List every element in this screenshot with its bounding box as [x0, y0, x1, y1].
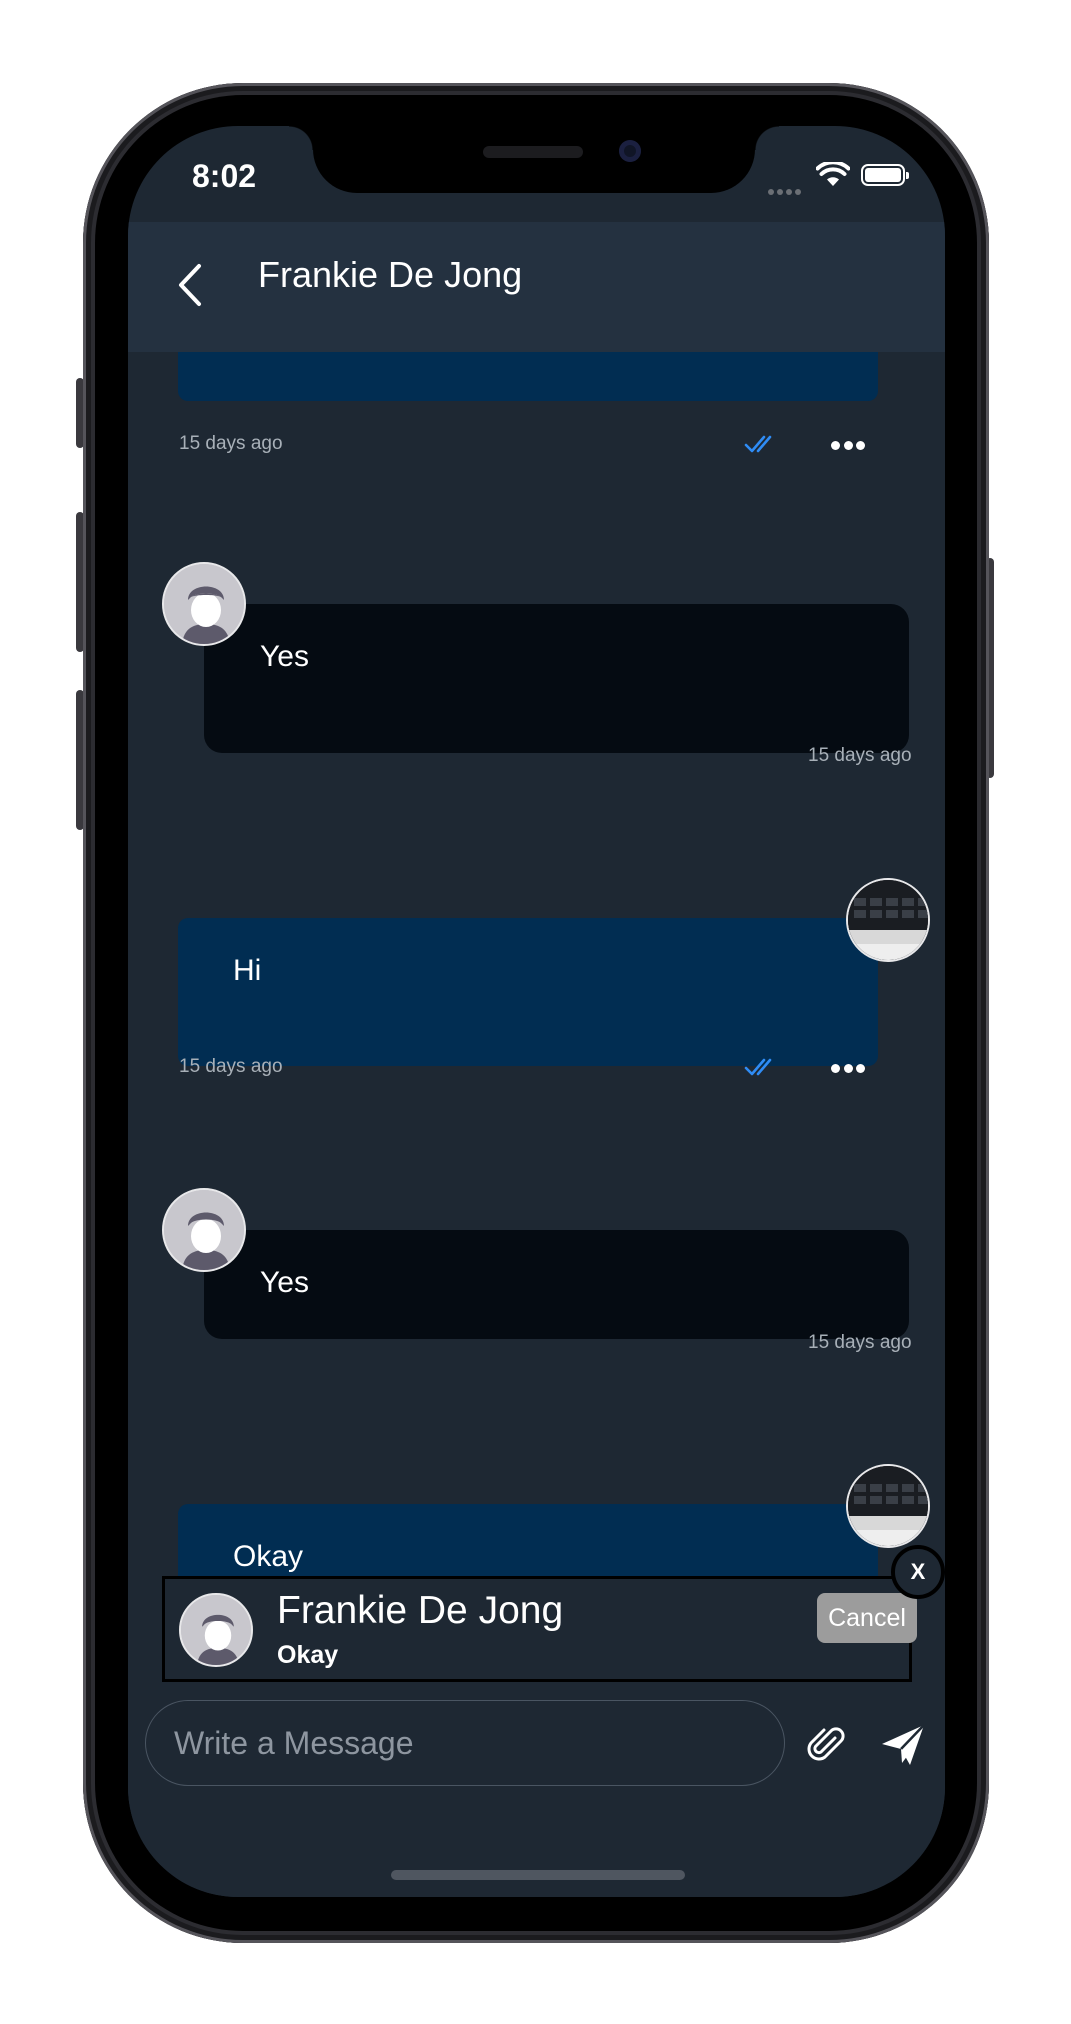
status-time: 8:02	[192, 158, 257, 194]
close-reply-button[interactable]: X	[891, 1545, 945, 1599]
chat-header: Frankie De Jong	[128, 222, 945, 352]
app-screen: 8:02 Hi 15 days ago	[128, 126, 945, 1897]
more-options-icon[interactable]	[831, 440, 865, 450]
default-user-icon	[164, 564, 244, 644]
message-composer	[128, 1692, 945, 1897]
front-camera	[619, 140, 641, 162]
message-text: Yes	[260, 640, 309, 673]
avatar	[846, 1464, 930, 1548]
message-text: Okay	[233, 1540, 304, 1573]
message-bubble-incoming[interactable]: Yes	[204, 1230, 909, 1339]
avatar	[179, 1593, 253, 1667]
message-timestamp: 15 days ago	[808, 745, 912, 766]
message-text: Yes	[260, 1266, 309, 1299]
message-bubble-incoming[interactable]: Yes	[204, 604, 909, 753]
avatar	[162, 1188, 246, 1272]
message-text: Hi	[233, 954, 262, 987]
message-input[interactable]	[145, 1700, 785, 1786]
message-timestamp: 15 days ago	[179, 433, 283, 454]
home-indicator	[391, 1870, 685, 1880]
reply-message-text: Okay	[277, 1641, 339, 1669]
message-timestamp: 15 days ago	[179, 1056, 283, 1077]
chevron-left-icon	[179, 264, 201, 306]
default-user-icon	[181, 1595, 251, 1665]
attach-button[interactable]	[806, 1724, 848, 1771]
paperclip-icon	[807, 1727, 845, 1761]
message-bubble-outgoing[interactable]: Hi	[178, 918, 878, 1066]
notch	[289, 126, 779, 193]
send-icon	[882, 1724, 925, 1765]
back-button[interactable]	[170, 260, 210, 310]
message-timestamp: 15 days ago	[808, 1332, 912, 1353]
read-receipt-icon	[744, 435, 772, 453]
reply-preview: Frankie De Jong Okay Cancel	[162, 1576, 917, 1682]
speaker-grille	[483, 146, 583, 158]
message-list[interactable]: Hi 15 days ago Yes 15 days ago Hi	[128, 222, 945, 1692]
avatar	[846, 878, 930, 962]
keyboard-photo-icon	[848, 1466, 928, 1546]
more-options-icon[interactable]	[831, 1063, 865, 1073]
reply-sender-name: Frankie De Jong	[277, 1589, 564, 1632]
read-receipt-icon	[744, 1058, 772, 1076]
cancel-reply-button[interactable]: Cancel	[817, 1593, 917, 1643]
default-user-icon	[164, 1190, 244, 1270]
wifi-icon	[816, 162, 850, 186]
cellular-signal-icon	[768, 182, 804, 195]
avatar	[162, 562, 246, 646]
contact-name: Frankie De Jong	[258, 254, 523, 295]
send-button[interactable]	[880, 1722, 926, 1773]
keyboard-photo-icon	[848, 880, 928, 960]
battery-icon	[861, 164, 909, 186]
